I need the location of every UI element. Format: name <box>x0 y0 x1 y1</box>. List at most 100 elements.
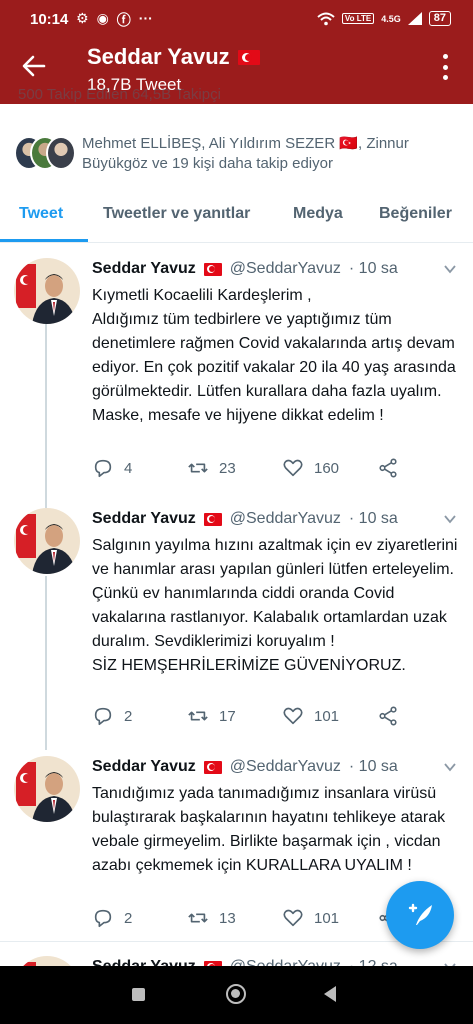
compose-feather-icon <box>408 903 432 925</box>
like-button[interactable]: 101 <box>282 705 339 727</box>
tab-tweets[interactable]: Tweet <box>19 205 63 223</box>
tweet-time: · 12 sa <box>349 958 398 966</box>
status-bar: 10:14 ⚙ ◉ ⓕ ··· Vo LTE 4.5G 87 <box>0 0 473 38</box>
avatar[interactable] <box>14 258 80 324</box>
followers-you-know-text: Mehmet ELLİBEŞ, Ali Yıldırım SEZER 🇹🇷, Z… <box>82 135 409 172</box>
tweet-actions: 2 17 101 <box>92 705 412 727</box>
more-dots-icon: ··· <box>138 10 153 26</box>
reply-button[interactable]: 4 <box>92 457 132 479</box>
tweet-time: · 10 sa <box>348 758 398 775</box>
compose-tweet-button[interactable] <box>386 881 454 949</box>
back-arrow-icon[interactable] <box>20 52 48 80</box>
status-time: 10:14 <box>30 11 69 28</box>
status-right-icons: Vo LTE 4.5G 87 <box>317 11 451 26</box>
share-button[interactable] <box>377 705 399 727</box>
turkey-flag-icon <box>203 262 222 276</box>
tab-likes[interactable]: Beğeniler <box>379 205 452 223</box>
volte-icon: Vo LTE <box>341 13 375 24</box>
turkey-flag-icon <box>203 760 222 774</box>
reply-button[interactable]: 2 <box>92 907 132 929</box>
retweet-count: 23 <box>219 459 236 477</box>
tweet[interactable]: Seddar Yavuz @SeddarYavuz · 10 sa Salgın… <box>0 494 473 742</box>
share-icon <box>379 458 397 478</box>
retweet-button[interactable]: 23 <box>187 457 236 479</box>
chevron-down-icon[interactable] <box>443 512 457 526</box>
tweet-text: Tanıdığımız yada tanımadığımız insanlara… <box>92 785 446 874</box>
tweet-text: Kıymetli Kocaelili Kardeşlerim , Aldığım… <box>92 287 456 424</box>
retweet-icon <box>188 711 208 721</box>
tweet-actions: 4 23 160 <box>92 457 412 479</box>
profile-title: Seddar Yavuz <box>87 44 260 70</box>
signal-icon <box>407 12 422 25</box>
tweet-header: Seddar Yavuz @SeddarYavuz · 10 sa <box>92 510 398 528</box>
heart-icon <box>283 909 303 927</box>
gear-icon: ⚙ <box>76 10 89 26</box>
tweet[interactable]: Seddar Yavuz @SeddarYavuz · 12 sa <box>0 942 473 966</box>
tweet-header: Seddar Yavuz @SeddarYavuz · 10 sa <box>92 260 398 278</box>
author-name[interactable]: Seddar Yavuz <box>92 260 196 278</box>
heart-icon <box>283 459 303 477</box>
reply-count: 2 <box>124 909 133 927</box>
follower-avatars <box>14 136 76 174</box>
retweet-icon <box>188 463 208 473</box>
author-name[interactable]: Seddar Yavuz <box>92 510 196 528</box>
share-icon <box>379 706 397 726</box>
chevron-down-icon[interactable] <box>443 262 457 276</box>
avatar[interactable] <box>14 756 80 822</box>
retweet-count: 13 <box>219 909 236 927</box>
wifi-icon <box>317 12 335 25</box>
author-name[interactable]: Seddar Yavuz <box>92 758 196 776</box>
system-back-button[interactable] <box>324 986 336 1002</box>
retweet-button[interactable]: 17 <box>187 705 236 727</box>
battery-indicator: 87 <box>428 11 451 26</box>
home-button[interactable] <box>226 984 246 1004</box>
reply-count: 2 <box>124 707 133 725</box>
avatar[interactable] <box>14 508 80 574</box>
author-handle[interactable]: @SeddarYavuz <box>230 260 341 278</box>
follower-avatar <box>46 136 76 170</box>
like-button[interactable]: 160 <box>282 457 339 479</box>
reply-icon <box>94 459 112 478</box>
reply-button[interactable]: 2 <box>92 705 132 727</box>
tweet-actions: 2 13 101 <box>92 907 412 929</box>
tweet[interactable]: Seddar Yavuz @SeddarYavuz · 10 sa Kıymet… <box>0 244 473 494</box>
more-options-icon[interactable] <box>441 54 449 80</box>
like-button[interactable]: 101 <box>282 907 339 929</box>
turkey-flag-icon <box>203 512 222 526</box>
reply-count: 4 <box>124 459 133 477</box>
tab-tweets-and-replies[interactable]: Tweetler ve yanıtlar <box>103 205 250 223</box>
like-count: 160 <box>314 459 340 477</box>
follow-counts-partial: 500 Takip Edilen 64,5B Takipçi <box>18 86 221 103</box>
facebook-icon: ⓕ <box>116 12 131 28</box>
tweet-time: · 10 sa <box>348 260 398 277</box>
retweet-button[interactable]: 13 <box>187 907 236 929</box>
tab-media[interactable]: Medya <box>293 205 343 223</box>
chevron-down-icon[interactable] <box>443 760 457 774</box>
tweet-header: Seddar Yavuz @SeddarYavuz · 12 sa <box>92 958 398 966</box>
author-handle[interactable]: @SeddarYavuz <box>230 958 341 966</box>
avatar[interactable] <box>14 956 80 966</box>
share-button[interactable] <box>377 457 399 479</box>
author-handle[interactable]: @SeddarYavuz <box>230 510 341 528</box>
active-tab-indicator <box>0 239 88 242</box>
turkey-flag-icon <box>237 49 260 65</box>
messenger-icon: ◉ <box>96 10 109 26</box>
status-left-icons: ⚙ ◉ ⓕ ··· <box>76 10 153 30</box>
heart-icon <box>283 707 303 725</box>
retweet-count: 17 <box>219 707 236 725</box>
tweet-header: Seddar Yavuz @SeddarYavuz · 10 sa <box>92 758 398 776</box>
profile-tabs: Tweet Tweetler ve yanıtlar Medya Beğenil… <box>0 197 473 243</box>
recent-apps-button[interactable] <box>132 988 145 1001</box>
reply-icon <box>94 909 112 928</box>
tweet-time: · 10 sa <box>348 510 398 527</box>
reply-icon <box>94 707 112 726</box>
retweet-icon <box>188 913 208 923</box>
author-name[interactable]: Seddar Yavuz <box>92 958 196 966</box>
like-count: 101 <box>314 909 340 927</box>
like-count: 101 <box>314 707 340 725</box>
profile-name: Seddar Yavuz <box>87 44 230 69</box>
system-nav-bar <box>0 966 473 1024</box>
network-label: 4.5G <box>381 13 401 24</box>
tweet-text: Salgının yayılma hızını azaltmak için ev… <box>92 537 458 674</box>
author-handle[interactable]: @SeddarYavuz <box>230 758 341 776</box>
